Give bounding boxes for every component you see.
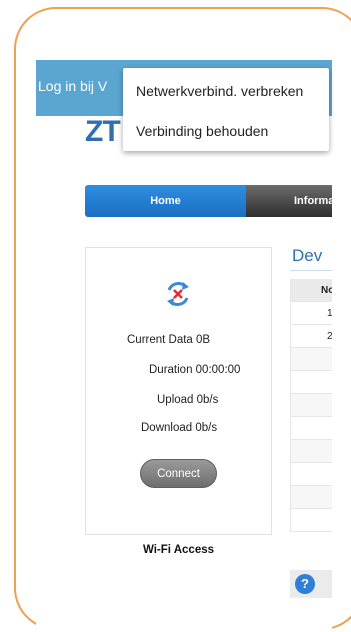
connection-panel: Current Data 0B Duration 00:00:00 Upload…	[85, 247, 272, 535]
table-row	[290, 486, 332, 509]
tab-information[interactable]: Informa	[246, 185, 332, 217]
disconnected-arrows-icon	[167, 281, 189, 307]
devices-divider	[290, 270, 332, 271]
devices-table: No 1 2	[290, 279, 332, 532]
connect-button[interactable]: Connect	[140, 459, 217, 488]
page-title: Log in bij V	[38, 78, 108, 94]
devices-title: Dev	[292, 246, 323, 265]
table-row	[290, 463, 332, 486]
download-text: Download 0b/s	[141, 422, 218, 434]
current-data-text: Current Data 0B	[127, 334, 211, 346]
menu-item-keep-connection[interactable]: Verbinding behouden	[136, 123, 268, 139]
menu-item-disconnect[interactable]: Netwerkverbind. verbreken	[136, 83, 303, 99]
context-menu: Netwerkverbind. verbreken Verbinding beh…	[123, 68, 329, 151]
table-row	[290, 371, 332, 394]
table-row	[290, 348, 332, 371]
help-button[interactable]: ?	[290, 570, 332, 598]
devices-table-header: No	[290, 279, 332, 302]
table-row	[290, 417, 332, 440]
tab-home[interactable]: Home	[85, 185, 246, 217]
table-row	[290, 509, 332, 532]
wifi-access-label: Wi-Fi Access	[142, 544, 215, 556]
duration-text: Duration 00:00:00	[149, 364, 241, 376]
help-icon: ?	[295, 574, 315, 594]
table-row: 1	[290, 302, 332, 325]
table-row	[290, 440, 332, 463]
zte-logo: ZT	[85, 115, 121, 148]
upload-text: Upload 0b/s	[157, 394, 219, 406]
table-row: 2	[290, 325, 332, 348]
nav-bar: Home Informa	[85, 185, 332, 217]
table-row	[290, 394, 332, 417]
